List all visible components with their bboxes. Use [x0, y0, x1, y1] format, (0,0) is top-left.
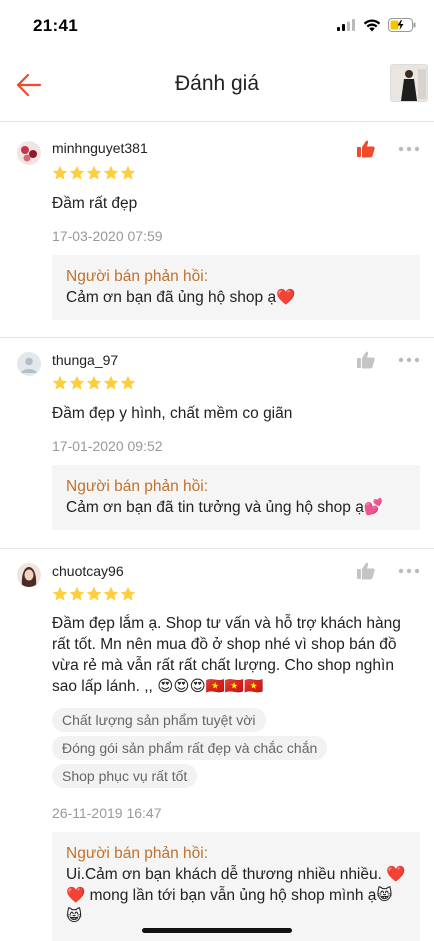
review-username: chuotcay96 [52, 563, 124, 579]
star-icon [52, 586, 68, 601]
review-text: Đầm đẹp lắm ạ. Shop tư vấn và hỗ trợ khá… [52, 615, 401, 695]
star-icon [86, 165, 102, 180]
more-options-icon[interactable] [398, 356, 420, 364]
review-item: thunga_97 Đầm đẹp y hình, chất mềm co gi… [0, 338, 434, 548]
seller-reply: Người bán phản hồi: Cảm ơn bạn đã tin tư… [52, 465, 420, 530]
seller-reply-text: Cảm ơn bạn đã tin tưởng và ủng hộ shop ạ… [66, 499, 384, 516]
review-item: chuotcay96 Đầm đẹp lắm ạ. Shop tư vấn và… [0, 549, 434, 941]
review-username: minhnguyet381 [52, 140, 148, 156]
seller-reply: Người bán phản hồi: Cảm ơn bạn đã ủng hộ… [52, 255, 420, 320]
review-tag: Shop phục vụ rất tốt [52, 764, 198, 788]
star-icon [120, 586, 136, 601]
product-thumbnail[interactable] [390, 64, 428, 102]
review-item: minhnguyet381 Đầm rất đẹp 17-03-2020 07:… [0, 123, 434, 337]
thumbs-up-icon[interactable] [356, 561, 376, 581]
avatar[interactable] [17, 563, 41, 587]
star-icon [52, 165, 68, 180]
product-image [391, 65, 427, 101]
review-tag: Đóng gói sản phẩm rất đẹp và chắc chắn [52, 736, 328, 760]
star-icon [86, 375, 102, 390]
seller-reply-text: Ui.Cảm ơn bạn khách dễ thương nhiều nhiề… [66, 866, 406, 925]
review-date: 26-11-2019 16:47 [52, 805, 162, 821]
seller-reply-label: Người bán phản hồi: [66, 478, 209, 495]
star-icon [52, 375, 68, 390]
star-icon [120, 375, 136, 390]
thumbs-up-icon[interactable] [356, 350, 376, 370]
avatar[interactable] [17, 352, 41, 376]
more-options-icon[interactable] [398, 567, 420, 575]
thumbs-up-icon[interactable] [356, 139, 376, 159]
seller-reply-label: Người bán phản hồi: [66, 845, 209, 862]
star-icon [86, 586, 102, 601]
star-icon [69, 375, 85, 390]
home-indicator[interactable] [142, 928, 292, 933]
review-date: 17-03-2020 07:59 [52, 228, 163, 244]
star-icon [103, 375, 119, 390]
review-username: thunga_97 [52, 352, 119, 368]
more-options-icon[interactable] [398, 145, 420, 153]
star-icon [120, 165, 136, 180]
review-text: Đầm đẹp y hình, chất mềm co giãn [52, 405, 293, 422]
status-time: 21:41 [33, 16, 78, 35]
star-icon [103, 586, 119, 601]
star-icon [103, 165, 119, 180]
header: Đánh giá [0, 52, 434, 122]
status-icons [337, 18, 416, 32]
seller-reply: Người bán phản hồi: Ui.Cảm ơn bạn khách … [52, 832, 420, 941]
review-tag: Chất lượng sản phẩm tuyệt vời [52, 708, 266, 732]
signal-icon [337, 19, 355, 31]
star-icon [69, 586, 85, 601]
star-icon [69, 165, 85, 180]
seller-reply-text: Cảm ơn bạn đã ủng hộ shop ạ❤️ [66, 289, 296, 306]
review-date: 17-01-2020 09:52 [52, 438, 163, 454]
battery-charging-icon [388, 18, 416, 32]
review-text: Đầm rất đẹp [52, 195, 138, 212]
status-bar: 21:41 [0, 0, 434, 52]
star-rating [52, 165, 136, 181]
wifi-icon [363, 19, 381, 31]
page-title: Đánh giá [174, 72, 260, 95]
seller-reply-label: Người bán phản hồi: [66, 268, 209, 285]
star-rating [52, 586, 136, 602]
avatar[interactable] [17, 141, 41, 165]
star-rating [52, 375, 136, 391]
